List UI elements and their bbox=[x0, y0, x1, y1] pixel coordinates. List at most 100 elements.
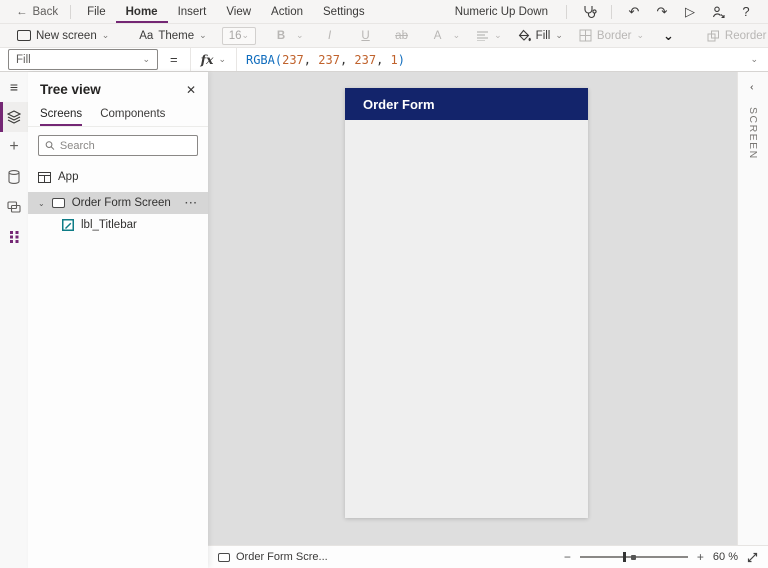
font-size-select[interactable]: 16 ⌄ bbox=[221, 26, 257, 45]
property-selector[interactable]: Fill ⌄ bbox=[8, 49, 158, 70]
plus-icon: + bbox=[9, 138, 19, 155]
underline-button[interactable]: U bbox=[349, 24, 383, 47]
selected-control-label[interactable]: Numeric Up Down bbox=[455, 6, 556, 18]
formula-token: , bbox=[376, 52, 391, 67]
formula-token: RGBA( bbox=[245, 52, 283, 67]
tree-search-box[interactable] bbox=[38, 135, 198, 156]
text-align-button[interactable]: ⌄ bbox=[469, 24, 509, 47]
menu-item-file[interactable]: File bbox=[77, 0, 116, 23]
menu-item-home[interactable]: Home bbox=[115, 0, 168, 23]
bold-button[interactable]: B ⌄ bbox=[264, 24, 311, 47]
left-rail: ≡ + bbox=[0, 72, 28, 568]
rail-media-button[interactable] bbox=[0, 192, 28, 222]
advanced-tools-icon bbox=[9, 231, 18, 243]
redo-button[interactable]: ↷ bbox=[650, 2, 674, 22]
reorder-icon bbox=[707, 30, 719, 41]
zoom-slider[interactable] bbox=[579, 552, 688, 562]
tree-item-label: Order Form Screen bbox=[71, 197, 171, 209]
formula-token: , bbox=[339, 52, 355, 67]
italic-label: I bbox=[327, 29, 332, 42]
tree-item-screen[interactable]: ⌄ Order Form Screen ··· bbox=[28, 192, 208, 214]
bold-label: B bbox=[276, 29, 286, 42]
tab-components[interactable]: Components bbox=[100, 105, 165, 126]
reorder-button[interactable]: Reorder ⌄ bbox=[700, 24, 768, 47]
back-button[interactable]: ← Back bbox=[10, 6, 64, 18]
tree-item-label-control[interactable]: lbl_Titlebar bbox=[28, 214, 208, 236]
strikethrough-button[interactable]: ab bbox=[385, 24, 419, 47]
formula-bar-expand-button[interactable]: ⌄ bbox=[740, 55, 768, 64]
share-button[interactable] bbox=[706, 2, 730, 22]
tree-view-header: Tree view ✕ bbox=[28, 72, 208, 103]
search-icon bbox=[45, 141, 55, 150]
font-color-label: A bbox=[433, 29, 442, 42]
divider bbox=[611, 4, 612, 19]
formula-bar: Fill ⌄ = fx ⌄ RGBA( 237 , 237 , 237 , 1 … bbox=[0, 47, 768, 72]
status-selection[interactable]: Order Form Scre... bbox=[218, 551, 328, 563]
formula-input[interactable]: RGBA( 237 , 237 , 237 , 1 ) bbox=[237, 53, 740, 67]
chevron-down-icon: ⌄ bbox=[199, 30, 207, 40]
undo-button[interactable]: ↶ bbox=[622, 2, 646, 22]
new-screen-label: New screen bbox=[36, 29, 97, 42]
font-size-value: 16 bbox=[228, 29, 242, 42]
formula-token: , bbox=[303, 52, 319, 67]
app-screen[interactable]: Order Form bbox=[345, 88, 588, 518]
tree-view-title: Tree view bbox=[40, 82, 101, 97]
right-properties-rail: ⌄ SCREEN bbox=[737, 72, 768, 545]
formula-token: ) bbox=[397, 52, 405, 67]
redo-icon: ↷ bbox=[656, 3, 668, 19]
italic-button[interactable]: I bbox=[313, 24, 347, 47]
help-button[interactable]: ? bbox=[734, 2, 758, 22]
menu-item-settings[interactable]: Settings bbox=[313, 0, 375, 23]
rail-advanced-tools-button[interactable] bbox=[0, 222, 28, 252]
rail-tree-view-button[interactable] bbox=[0, 102, 28, 132]
main-area: ≡ + Tree view ✕ Screens Components Searc… bbox=[0, 72, 768, 568]
rail-menu-button[interactable]: ≡ bbox=[0, 72, 28, 102]
more-options-icon[interactable]: ··· bbox=[185, 198, 198, 209]
tree-view-layers-icon bbox=[7, 110, 21, 124]
ribbon-more-button[interactable]: ⌄ bbox=[653, 28, 684, 44]
tab-screens[interactable]: Screens bbox=[40, 105, 83, 126]
app-screen-title: Order Form bbox=[363, 96, 435, 112]
center-column: Order Form ⌄ SCREEN Order Form Scre... − bbox=[208, 72, 768, 568]
chevron-left-icon[interactable]: ⌄ bbox=[747, 83, 758, 91]
font-color-button[interactable]: A ⌄ bbox=[421, 24, 468, 47]
formula-token: 237 bbox=[318, 52, 340, 67]
menu-item-insert[interactable]: Insert bbox=[168, 0, 217, 23]
play-preview-button[interactable]: ▷ bbox=[678, 2, 702, 22]
menu-right-group: Numeric Up Down ↶ ↷ ▷ ? bbox=[455, 2, 758, 22]
new-screen-button[interactable]: New screen ⌄ bbox=[10, 24, 116, 47]
equals-sign: = bbox=[170, 52, 178, 67]
person-icon bbox=[712, 6, 725, 18]
undo-icon: ↶ bbox=[628, 3, 640, 19]
menu-item-action[interactable]: Action bbox=[261, 0, 313, 23]
status-bar: Order Form Scre... − + 60 % bbox=[208, 545, 768, 568]
zoom-in-button[interactable]: + bbox=[697, 550, 704, 564]
fx-selector[interactable]: fx ⌄ bbox=[189, 48, 237, 71]
right-rail-label: SCREEN bbox=[747, 107, 759, 160]
close-icon[interactable]: ✕ bbox=[186, 83, 196, 97]
fit-to-window-icon[interactable] bbox=[747, 552, 758, 563]
chevron-down-icon: ⌄ bbox=[494, 30, 502, 40]
fill-button[interactable]: Fill ⌄ bbox=[511, 24, 570, 47]
tree-item-app[interactable]: App bbox=[28, 166, 208, 188]
rail-data-button[interactable] bbox=[0, 162, 28, 192]
zoom-percent[interactable]: 60 % bbox=[713, 551, 738, 563]
fx-icon: fx bbox=[200, 52, 214, 67]
menu-item-view[interactable]: View bbox=[216, 0, 261, 23]
search-input[interactable] bbox=[59, 139, 191, 152]
label-control-icon bbox=[62, 219, 74, 231]
app-grid-icon bbox=[38, 171, 51, 183]
app-screen-titlebar[interactable]: Order Form bbox=[345, 88, 588, 120]
theme-button[interactable]: Aa Theme ⌄ bbox=[132, 24, 213, 47]
design-canvas[interactable]: Order Form bbox=[208, 72, 737, 545]
divider bbox=[566, 4, 567, 19]
screen-icon bbox=[218, 552, 230, 562]
border-button[interactable]: Border ⌄ bbox=[572, 24, 651, 47]
canvas-row: Order Form ⌄ SCREEN bbox=[208, 72, 768, 545]
rail-insert-button[interactable]: + bbox=[0, 132, 28, 162]
border-label: Border bbox=[596, 29, 632, 42]
chevron-down-icon: ⌄ bbox=[218, 54, 226, 64]
zoom-slider-handle[interactable] bbox=[623, 552, 626, 562]
app-checker-button[interactable] bbox=[577, 2, 601, 22]
zoom-out-button[interactable]: − bbox=[564, 550, 571, 564]
